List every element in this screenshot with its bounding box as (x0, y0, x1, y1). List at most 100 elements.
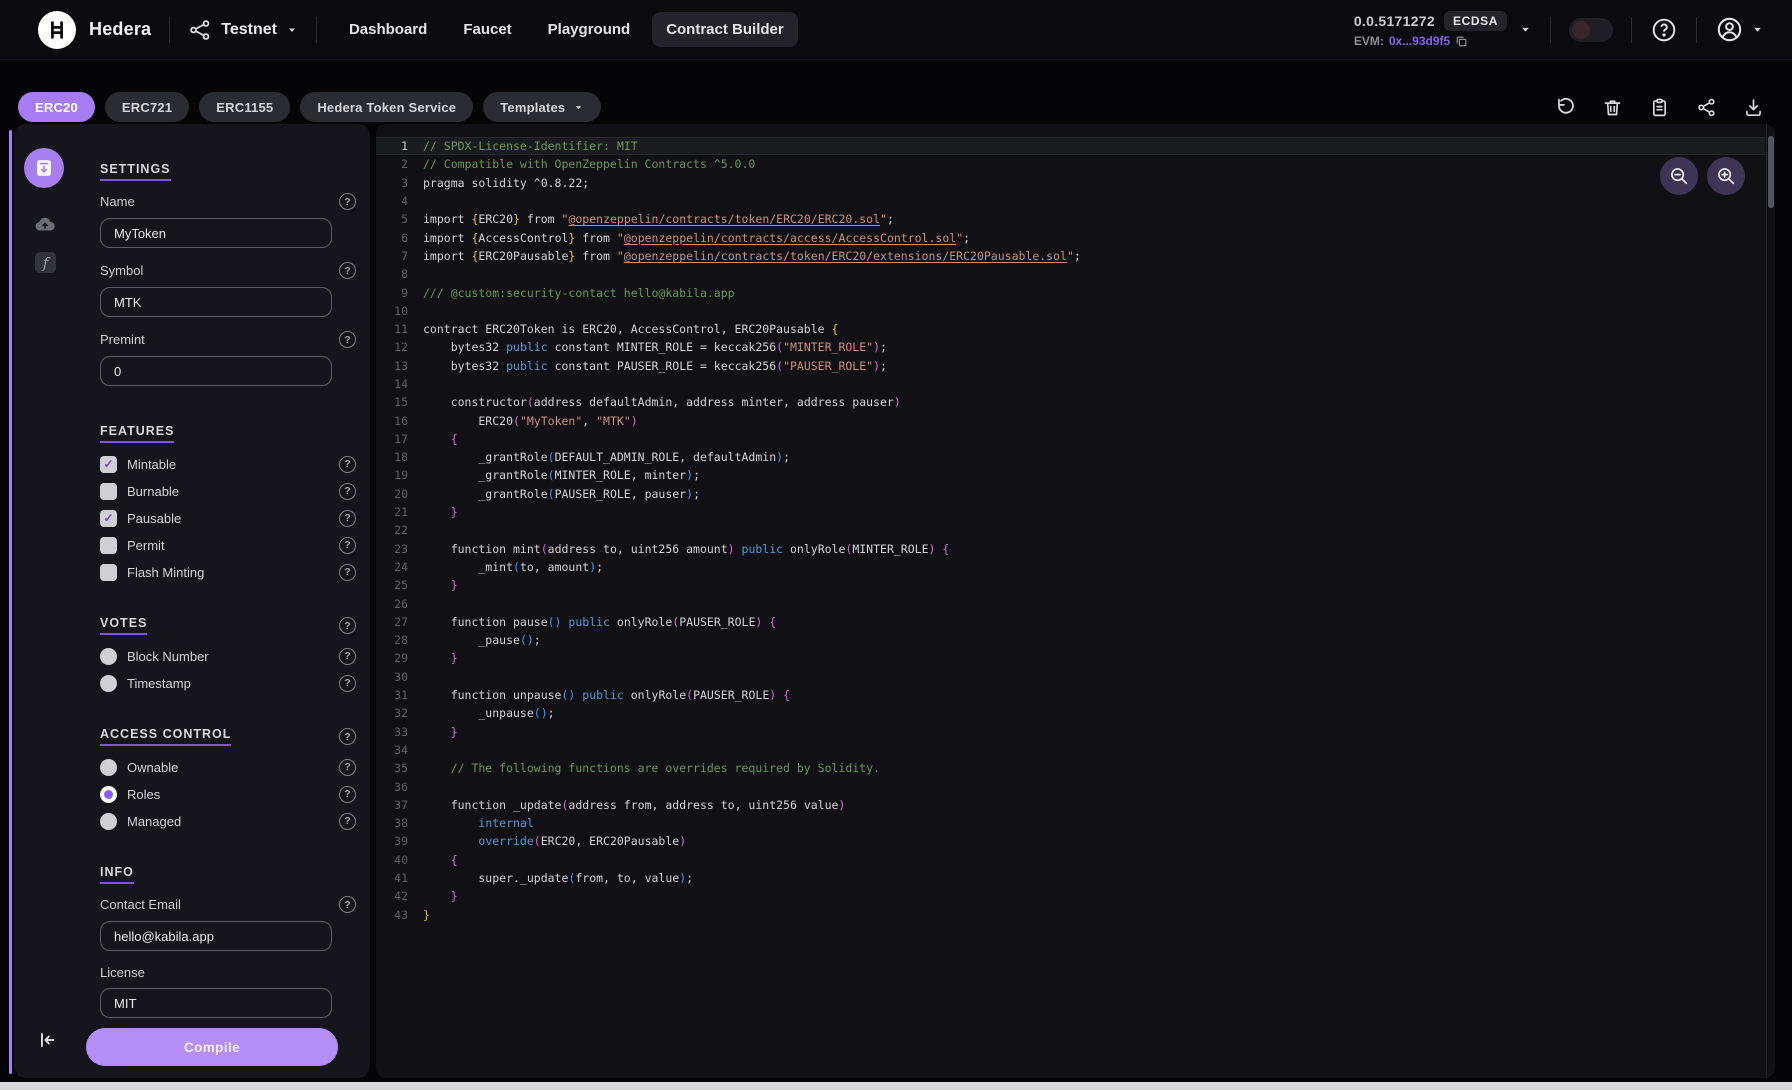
help-icon[interactable]: ? (339, 510, 356, 527)
symbol-input[interactable] (100, 287, 332, 317)
download-icon[interactable] (1743, 97, 1764, 118)
help-icon[interactable]: ? (339, 896, 356, 913)
compile-button[interactable]: Compile (86, 1028, 338, 1066)
section-heading-row: VOTES? (100, 616, 356, 635)
settings-form: SETTINGSName?Symbol?Premint?FEATURES✓Min… (100, 162, 356, 1032)
contact-email-input[interactable] (100, 921, 332, 951)
block-number-radio[interactable] (100, 648, 117, 665)
field-label-name: Name (100, 194, 135, 209)
help-icon[interactable]: ? (339, 617, 356, 634)
account-chevron-down-icon[interactable] (1519, 23, 1532, 36)
managed-radio[interactable] (100, 813, 117, 830)
tab-erc20[interactable]: ERC20 (18, 92, 95, 122)
contract-file-icon[interactable] (24, 148, 64, 188)
help-icon[interactable]: ? (339, 728, 356, 745)
help-icon[interactable]: ? (339, 564, 356, 581)
timestamp-radio[interactable] (100, 675, 117, 692)
line-number: 36 (376, 780, 408, 794)
license-input[interactable] (100, 988, 332, 1018)
tab-erc721[interactable]: ERC721 (105, 92, 189, 122)
nav-item-dashboard[interactable]: Dashboard (335, 12, 441, 47)
help-icon[interactable]: ? (339, 759, 356, 776)
trash-icon[interactable] (1602, 97, 1623, 118)
flash-minting-checkbox[interactable] (100, 564, 117, 581)
line-number: 35 (376, 761, 408, 775)
help-icon[interactable]: ? (339, 648, 356, 665)
help-icon[interactable]: ? (339, 456, 356, 473)
cloud-upload-icon[interactable] (33, 212, 57, 236)
icon-rail: f (14, 124, 80, 1078)
help-icon[interactable]: ? (339, 483, 356, 500)
code-line: 31 function unpause() public onlyRole(PA… (376, 686, 1765, 704)
tab-erc1155[interactable]: ERC1155 (199, 92, 290, 122)
function-icon[interactable]: f (35, 252, 56, 273)
evm-address[interactable]: 0x...93d9f5 (1389, 34, 1450, 48)
roles-radio[interactable] (100, 786, 117, 803)
account-menu-chevron-icon[interactable] (1751, 23, 1764, 36)
radio-row-timestamp: Timestamp? (100, 674, 356, 692)
mintable-checkbox[interactable]: ✓ (100, 456, 117, 473)
nav-item-contract-builder[interactable]: Contract Builder (652, 12, 798, 47)
code-line: 38 internal (376, 814, 1765, 832)
code-text: constructor(address defaultAdmin, addres… (423, 395, 901, 409)
code-text: function unpause() public onlyRole(PAUSE… (423, 688, 790, 702)
burnable-checkbox[interactable] (100, 483, 117, 500)
undo-icon[interactable] (1555, 97, 1576, 118)
code-text: _mint(to, amount); (423, 560, 603, 574)
help-icon[interactable]: ? (339, 675, 356, 692)
tab-hedera-token-service[interactable]: Hedera Token Service (300, 92, 473, 122)
nav-item-playground[interactable]: Playground (534, 12, 645, 47)
code-line: 2// Compatible with OpenZeppelin Contrac… (376, 155, 1765, 173)
templates-dropdown[interactable]: Templates (483, 92, 601, 122)
chevron-down-icon (286, 24, 298, 36)
clipboard-icon[interactable] (1649, 97, 1670, 118)
zoom-in-icon[interactable] (1707, 157, 1745, 195)
key-type-badge: ECDSA (1444, 11, 1507, 31)
help-icon[interactable]: ? (339, 813, 356, 830)
code-line: 18 _grantRole(DEFAULT_ADMIN_ROLE, defaul… (376, 448, 1765, 466)
nav-item-faucet[interactable]: Faucet (449, 12, 525, 47)
divider (316, 17, 317, 43)
hedera-logo-icon[interactable] (38, 11, 76, 49)
code-line: 16 ERC20("MyToken", "MTK") (376, 411, 1765, 429)
option-label-burnable: Burnable (127, 484, 179, 499)
editor-scrollbar[interactable] (1766, 124, 1775, 1078)
line-number: 20 (376, 487, 408, 501)
code-editor[interactable]: 1// SPDX-License-Identifier: MIT2// Comp… (376, 124, 1775, 1078)
contract-tabs: ERC20 ERC721 ERC1155 Hedera Token Service Te… (18, 92, 601, 122)
line-number: 33 (376, 725, 408, 739)
collapse-sidebar-icon[interactable] (36, 1029, 58, 1056)
code-text: _grantRole(PAUSER_ROLE, pauser); (423, 487, 700, 501)
line-number: 4 (376, 194, 408, 208)
permit-checkbox[interactable] (100, 537, 117, 554)
help-icon[interactable]: ? (339, 331, 356, 348)
code-text: function pause() public onlyRole(PAUSER_… (423, 615, 776, 629)
theme-toggle[interactable] (1569, 18, 1613, 42)
help-button[interactable] (1650, 16, 1678, 44)
zoom-out-icon[interactable] (1660, 157, 1698, 195)
code-line: 5import {ERC20} from "@openzeppelin/cont… (376, 210, 1765, 228)
code-text: bytes32 public constant MINTER_ROLE = ke… (423, 340, 887, 354)
pausable-checkbox[interactable]: ✓ (100, 510, 117, 527)
premint-input[interactable] (100, 356, 332, 386)
help-icon[interactable]: ? (339, 537, 356, 554)
code-text: _pause(); (423, 633, 541, 647)
network-selector[interactable]: Testnet (188, 18, 298, 42)
checkbox-row-flash-minting: Flash Minting? (100, 563, 356, 581)
field-label-symbol: Symbol (100, 263, 143, 278)
code-line: 42 } (376, 887, 1765, 905)
scrollbar-thumb[interactable] (1768, 136, 1774, 208)
code-text: { (423, 432, 458, 446)
field-label-premint: Premint (100, 332, 145, 347)
share-icon[interactable] (1696, 97, 1717, 118)
help-icon[interactable]: ? (339, 193, 356, 210)
copy-icon[interactable] (1455, 35, 1468, 48)
name-input[interactable] (100, 218, 332, 248)
help-icon[interactable]: ? (339, 786, 356, 803)
code-line: 28 _pause(); (376, 631, 1765, 649)
ownable-radio[interactable] (100, 759, 117, 776)
code-line: 34 (376, 741, 1765, 759)
evm-label: EVM: (1354, 34, 1384, 48)
help-icon[interactable]: ? (339, 262, 356, 279)
account-menu-button[interactable] (1715, 16, 1743, 44)
